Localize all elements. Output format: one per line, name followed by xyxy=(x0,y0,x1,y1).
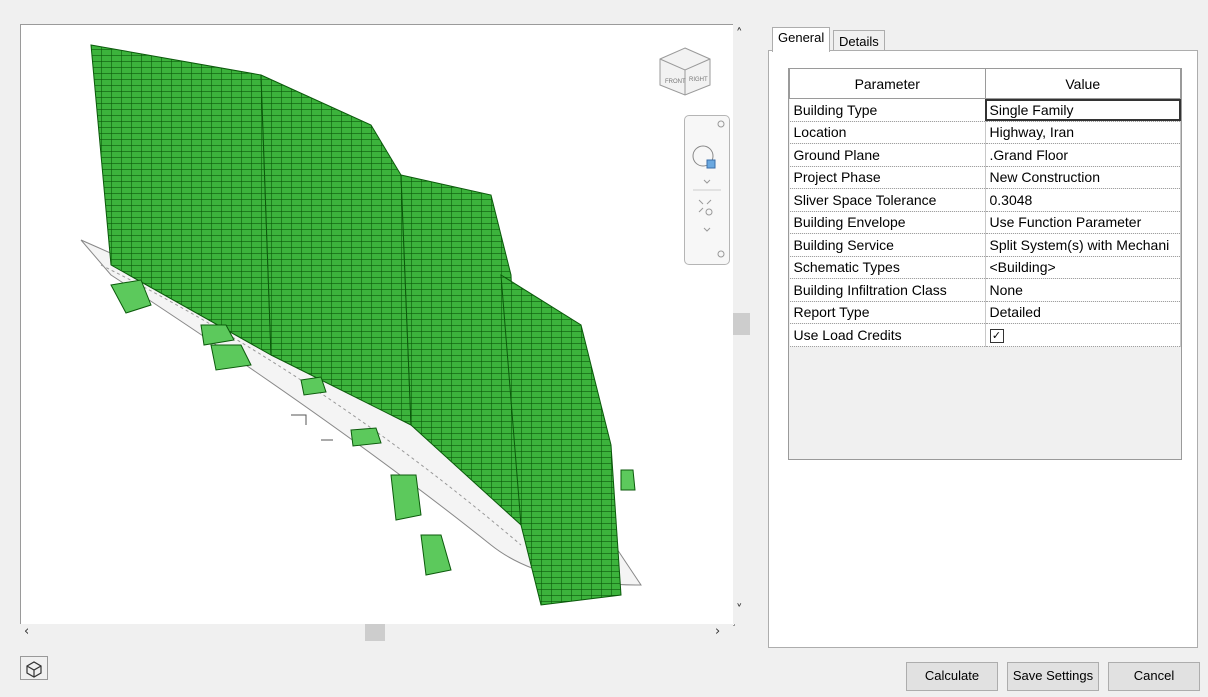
parameter-value[interactable]: 0.3048 xyxy=(985,188,1181,212)
calculate-button[interactable]: Calculate xyxy=(906,662,998,691)
table-row[interactable]: Sliver Space Tolerance 0.3048 xyxy=(789,188,1181,212)
vertical-scroll-thumb[interactable] xyxy=(733,313,750,335)
3d-view-icon xyxy=(26,661,42,678)
parameter-name: Building Service xyxy=(789,233,986,257)
parameter-grid: Parameter Value Building Type Single Fami… xyxy=(788,68,1182,460)
parameter-name: Location xyxy=(789,121,986,144)
parameter-value[interactable]: Highway, Iran xyxy=(985,121,1181,144)
table-row[interactable]: Building Envelope Use Function Parameter xyxy=(789,211,1181,234)
3d-view-button[interactable] xyxy=(20,656,48,680)
table-row[interactable]: Ground Plane .Grand Floor xyxy=(789,143,1181,167)
navigation-bar xyxy=(684,115,730,265)
parameter-value[interactable]: Split System(s) with Mechani xyxy=(985,233,1181,257)
use-load-credits-checkbox[interactable]: ✓ xyxy=(989,329,1004,344)
3d-viewport[interactable] xyxy=(20,24,735,626)
table-row[interactable]: Use Load Credits ✓ xyxy=(789,323,1181,347)
parameter-value[interactable]: New Construction xyxy=(985,166,1181,189)
table-row[interactable]: Report Type Detailed xyxy=(789,301,1181,324)
column-header-value[interactable]: Value xyxy=(984,69,1181,99)
tab-general[interactable]: General xyxy=(772,27,831,52)
table-row[interactable]: Location Highway, Iran xyxy=(789,121,1181,144)
viewcube-right-label: RIGHT xyxy=(689,77,708,83)
table-row[interactable]: Project Phase New Construction xyxy=(789,166,1181,189)
column-header-parameter[interactable]: Parameter xyxy=(789,69,986,99)
parameter-name: Use Load Credits xyxy=(789,323,986,347)
use-load-credits-cell[interactable]: ✓ xyxy=(985,323,1181,347)
view-cube[interactable]: FRONT RIGHT xyxy=(656,45,714,97)
parameter-value[interactable]: <Building> xyxy=(985,256,1181,279)
parameter-value[interactable]: Use Function Parameter xyxy=(985,211,1181,234)
parameter-name: Building Type xyxy=(789,98,986,122)
building-model xyxy=(80,44,642,606)
viewcube-front-label: FRONT xyxy=(665,79,686,85)
scroll-left-icon[interactable]: ‹ xyxy=(24,625,29,639)
table-row[interactable]: Building Service Split System(s) with Mec… xyxy=(789,233,1181,257)
horizontal-scroll-thumb[interactable] xyxy=(365,624,385,641)
parameter-name: Project Phase xyxy=(789,166,986,189)
parameter-name: Building Envelope xyxy=(789,211,986,234)
vertical-scrollbar[interactable]: ˄ ˅ xyxy=(733,24,750,624)
parameter-name: Building Infiltration Class xyxy=(789,278,986,302)
scroll-up-icon[interactable]: ˄ xyxy=(736,28,743,42)
parameter-value[interactable]: Detailed xyxy=(985,301,1181,324)
parameter-name: Sliver Space Tolerance xyxy=(789,188,986,212)
table-row[interactable]: Schematic Types <Building> xyxy=(789,256,1181,279)
table-row[interactable]: Building Infiltration Class None xyxy=(789,278,1181,302)
table-row[interactable]: Building Type Single Family xyxy=(789,98,1181,122)
horizontal-scrollbar[interactable]: ‹ › xyxy=(20,624,733,641)
zoom-extents-icon xyxy=(698,199,712,213)
parameter-value[interactable]: None xyxy=(985,278,1181,302)
parameter-value[interactable]: .Grand Floor xyxy=(985,143,1181,167)
scroll-right-icon[interactable]: › xyxy=(715,625,720,639)
parameter-name: Ground Plane xyxy=(789,143,986,167)
close-icon xyxy=(717,120,725,128)
cancel-button[interactable]: Cancel xyxy=(1108,662,1200,691)
parameter-value[interactable]: Single Family xyxy=(985,98,1181,122)
scroll-down-icon[interactable]: ˅ xyxy=(736,604,743,618)
parameter-name: Schematic Types xyxy=(789,256,986,279)
parameter-name: Report Type xyxy=(789,301,986,324)
save-settings-button[interactable]: Save Settings xyxy=(1007,662,1099,691)
